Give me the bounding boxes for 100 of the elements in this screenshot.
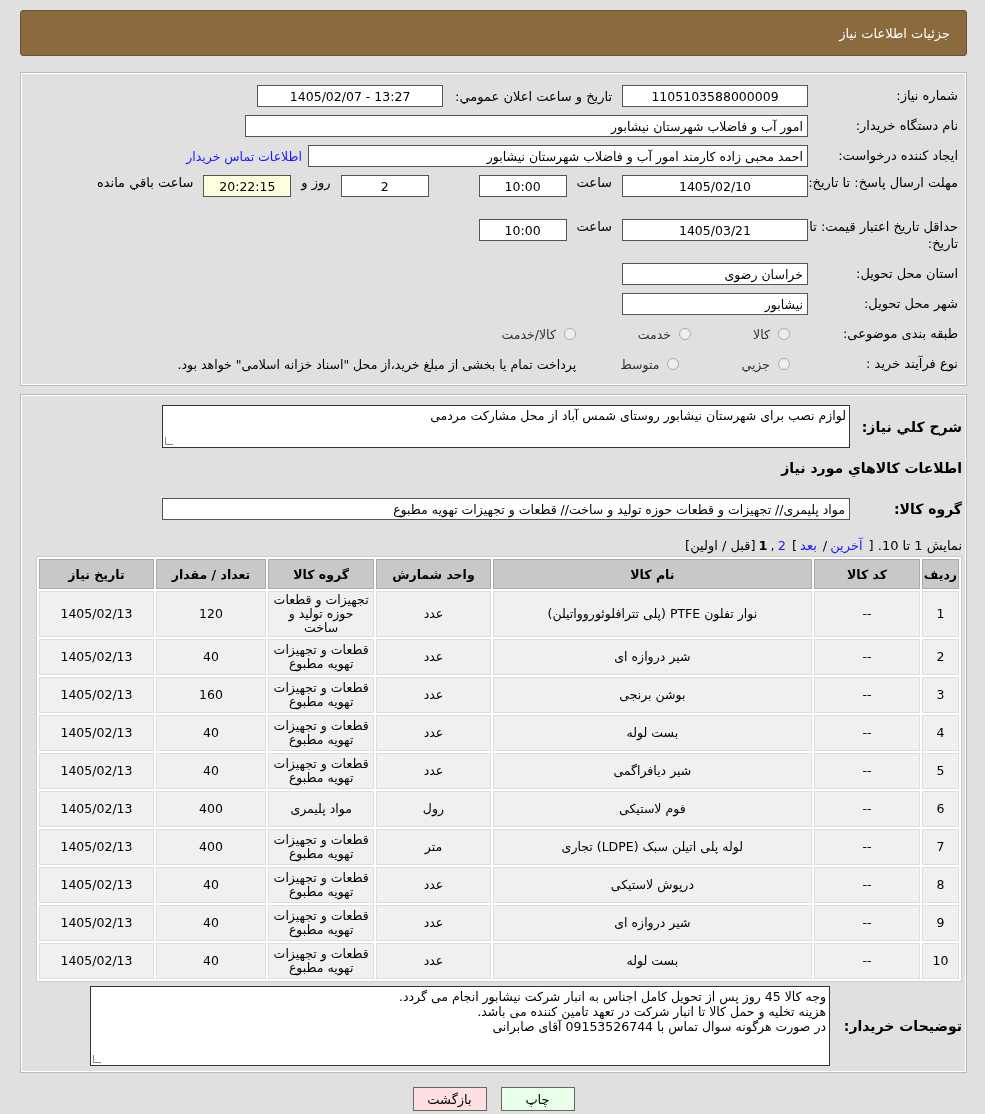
current-page: 1 xyxy=(758,538,768,553)
table-cell: قطعات و تجهیزات تهویه مطبوع xyxy=(267,943,375,979)
resize-grip-icon[interactable] xyxy=(165,437,173,445)
back-button[interactable]: بازگشت xyxy=(412,1087,487,1111)
validity-time-field: 10:00 xyxy=(478,219,567,241)
buyer-contact-link[interactable]: اطلاعات تماس خریدار xyxy=(186,148,302,164)
pagination-text: , xyxy=(770,538,775,553)
time-label: ساعت xyxy=(576,175,612,190)
note-line: وجه کالا 45 روز پس از تحویل کامل اجناس به انبار شرکت نیشابور انجام می گردد. xyxy=(398,989,826,1004)
table-cell: نوار تفلون PTFE (پلی تترافلوئوروواتیلن) xyxy=(492,591,813,637)
table-cell: درپوش لاستیکی xyxy=(492,867,813,903)
table-cell: 40 xyxy=(156,639,266,675)
table-cell: فوم لاستیکی xyxy=(492,791,813,827)
table-cell: 8 xyxy=(921,867,959,903)
column-header: تعداد / مقدار xyxy=(156,559,266,589)
table-cell: 1405/02/13 xyxy=(39,677,154,713)
table-cell: 40 xyxy=(156,943,266,979)
radio-label: کالا xyxy=(753,326,770,342)
field-label: مهلت ارسال پاسخ: تا تاریخ: xyxy=(808,175,958,192)
field-label: توضیحات خریدار: xyxy=(842,1018,962,1034)
section-title: اطلاعات کالاهاي مورد نیاز xyxy=(779,460,962,476)
table-cell: 400 xyxy=(156,829,266,865)
table-cell: -- xyxy=(814,753,920,789)
radio-label: خدمت xyxy=(637,326,672,342)
field-label: نوع فرآیند خرید : xyxy=(865,355,958,373)
field-label: طبقه بندی موضوعی: xyxy=(841,325,958,343)
table-cell: بست لوله xyxy=(492,943,813,979)
table-cell: عدد xyxy=(376,943,491,979)
field-label: استان محل تحویل: xyxy=(855,265,958,283)
table-cell: عدد xyxy=(376,715,491,751)
table-cell: 40 xyxy=(156,905,266,941)
table-cell: 1405/02/13 xyxy=(39,753,154,789)
pagination-link[interactable]: آخرین xyxy=(830,538,863,553)
table-cell: 160 xyxy=(156,677,266,713)
table-cell: 9 xyxy=(921,905,959,941)
table-cell: 40 xyxy=(156,867,266,903)
summary-textarea: لوازم نصب برای شهرستان نیشابور روستای شمس آباد از محل مشارکت مردمی xyxy=(162,405,850,448)
table-cell: 1405/02/13 xyxy=(39,867,154,903)
table-cell: عدد xyxy=(376,677,491,713)
need-number-field: 1105103588000009 xyxy=(622,85,808,107)
table-cell: شیر دروازه ای xyxy=(492,639,813,675)
column-header: نام کالا xyxy=(492,559,813,589)
table-cell: 120 xyxy=(156,591,266,637)
table-cell: قطعات و تجهیزات تهویه مطبوع xyxy=(267,753,375,789)
print-button[interactable]: چاپ xyxy=(500,1087,575,1111)
deadline-time-field: 10:00 xyxy=(478,175,567,197)
table-cell: 40 xyxy=(156,715,266,751)
buyer-org-field: امور آب و فاضلاب شهرستان نیشابور xyxy=(245,115,808,137)
table-cell: 5 xyxy=(921,753,959,789)
table-cell: -- xyxy=(814,591,920,637)
table-cell: 7 xyxy=(921,829,959,865)
field-label: حداقل تاریخ اعتبار قیمت: تا تاریخ: xyxy=(808,219,958,253)
table-cell: 1 xyxy=(921,591,959,637)
table-cell: بوشن برنجی xyxy=(492,677,813,713)
column-header: ردیف xyxy=(921,559,959,589)
table-cell: متر xyxy=(376,829,491,865)
table-cell: 1405/02/13 xyxy=(39,905,154,941)
table-cell: تجهیزات و قطعات حوزه تولید و ساخت xyxy=(267,591,375,637)
radio-button[interactable] xyxy=(667,358,680,370)
pagination-link[interactable]: بعد xyxy=(800,538,817,553)
announce-date-field: 1405/02/07 - 13:27 xyxy=(257,85,444,107)
radio-button[interactable] xyxy=(778,328,790,340)
table-cell: قطعات و تجهیزات تهویه مطبوع xyxy=(267,905,375,941)
table-cell: 1405/02/13 xyxy=(39,639,154,675)
table-cell: مواد پلیمری xyxy=(267,791,375,827)
column-header: کد کالا xyxy=(814,559,920,589)
city-field: نیشابور xyxy=(622,293,808,315)
field-label: تاریخ و ساعت اعلان عمومي: xyxy=(455,88,612,104)
days-field: 2 xyxy=(340,175,429,197)
remaining-label: ساعت باقي مانده xyxy=(96,175,194,190)
pagination-text: ] xyxy=(792,538,798,553)
table-cell: عدد xyxy=(376,591,491,637)
resize-grip-icon[interactable] xyxy=(93,1055,101,1063)
field-label: گروه کالا: xyxy=(892,501,962,517)
goods-group-field: مواد پلیمری// تجهیزات و قطعات حوزه تولید و ساخت// قطعات و تجهیزات تهویه مطبوع xyxy=(162,498,850,520)
radio-button[interactable] xyxy=(778,358,790,370)
table-cell: قطعات و تجهیزات تهویه مطبوع xyxy=(267,639,375,675)
table-cell: عدد xyxy=(376,905,491,941)
table-cell: قطعات و تجهیزات تهویه مطبوع xyxy=(267,829,375,865)
table-cell: 1405/02/13 xyxy=(39,715,154,751)
column-header: واحد شمارش xyxy=(376,559,491,589)
column-header: تاریخ نیاز xyxy=(39,559,154,589)
table-cell: -- xyxy=(814,791,920,827)
radio-button[interactable] xyxy=(563,328,576,340)
radio-label: متوسط xyxy=(620,356,660,372)
table-cell: شیر دروازه ای xyxy=(492,905,813,941)
table-cell: قطعات و تجهیزات تهویه مطبوع xyxy=(267,715,375,751)
table-cell: عدد xyxy=(376,753,491,789)
radio-button[interactable] xyxy=(679,328,692,340)
pagination-text: نمایش 1 تا 10. [ xyxy=(868,538,962,553)
table-cell: 1405/02/13 xyxy=(39,791,154,827)
table-cell: عدد xyxy=(376,867,491,903)
table-cell: -- xyxy=(814,829,920,865)
payment-note: پرداخت تمام یا بخشی از مبلغ خرید،از محل "اسناد خزانه اسلامی" خواهد بود. xyxy=(177,356,577,372)
table-cell: -- xyxy=(814,639,920,675)
pagination-text: [قبل / اولین] xyxy=(685,538,756,553)
pagination-link[interactable]: 2 xyxy=(777,538,787,553)
field-label: شرح کلي نیاز: xyxy=(860,418,962,435)
radio-label: کالا/خدمت xyxy=(501,326,556,342)
table-cell: عدد xyxy=(376,639,491,675)
